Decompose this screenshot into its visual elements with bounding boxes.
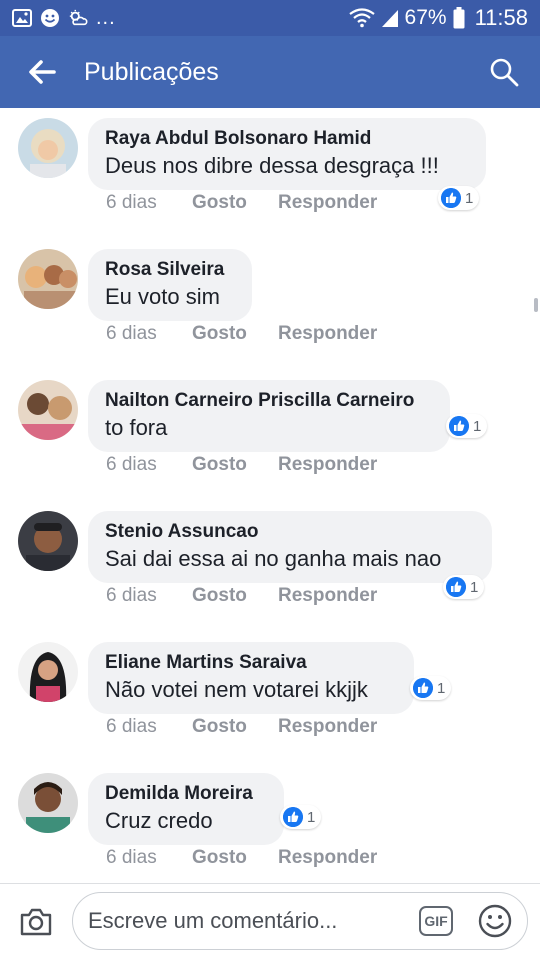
comment-author[interactable]: Stenio Assuncao: [105, 519, 474, 545]
reaction-badge[interactable]: 1: [410, 676, 452, 700]
like-icon: [283, 807, 303, 827]
comment-bubble[interactable]: Raya Abdul Bolsonaro Hamid Deus nos dibr…: [88, 118, 486, 190]
comment-input[interactable]: Escreve um comentário... GIF: [72, 892, 528, 950]
reaction-badge[interactable]: 1: [446, 414, 488, 438]
comment-item: Nailton Carneiro Priscilla Carneiro to f…: [0, 370, 540, 501]
comment-text: to fora: [105, 415, 168, 440]
status-bar-system: 67% 11:58: [348, 5, 528, 31]
app-bar: Publicações: [0, 36, 540, 108]
reply-button[interactable]: Responder: [278, 323, 377, 345]
comment-author[interactable]: Raya Abdul Bolsonaro Hamid: [105, 126, 468, 152]
comment-author[interactable]: Nailton Carneiro Priscilla Carneiro: [105, 388, 432, 414]
search-icon[interactable]: [488, 56, 520, 88]
comment-text: Eu voto sim: [105, 284, 220, 309]
reply-button[interactable]: Responder: [278, 585, 377, 607]
reaction-count: 1: [465, 189, 474, 207]
avatar[interactable]: [18, 118, 78, 178]
battery-icon: [453, 7, 465, 29]
arrow-left-icon[interactable]: [24, 54, 60, 90]
comment-time: 6 dias: [106, 847, 157, 868]
comment-author[interactable]: Rosa Silveira: [105, 257, 234, 283]
comment-bubble[interactable]: Rosa Silveira Eu voto sim: [88, 249, 252, 321]
weather-icon: [69, 9, 88, 26]
like-button[interactable]: Gosto: [192, 716, 247, 738]
reply-button[interactable]: Responder: [278, 454, 377, 476]
comment-time: 6 dias: [106, 323, 157, 344]
avatar[interactable]: [18, 773, 78, 833]
comment-bubble[interactable]: Stenio Assuncao Sai dai essa ai no ganha…: [88, 511, 492, 583]
gif-button[interactable]: GIF: [419, 906, 453, 936]
reaction-badge[interactable]: 1: [280, 805, 322, 829]
battery-percent: 67%: [404, 6, 447, 29]
comment-item: Raya Abdul Bolsonaro Hamid Deus nos dibr…: [0, 108, 540, 239]
comment-bubble[interactable]: Eliane Martins Saraiva Não votei nem vot…: [88, 642, 414, 714]
comment-time: 6 dias: [106, 585, 157, 606]
like-button[interactable]: Gosto: [192, 847, 247, 869]
comment-author[interactable]: Eliane Martins Saraiva: [105, 650, 396, 676]
reply-button[interactable]: Responder: [278, 192, 377, 214]
comment-input-placeholder: Escreve um comentário...: [88, 908, 338, 933]
like-icon: [446, 577, 466, 597]
comment-item: Demilda Moreira Cruz credo 1 6 dias Gost…: [0, 763, 540, 883]
like-icon: [441, 188, 461, 208]
reply-button[interactable]: Responder: [278, 847, 377, 869]
reaction-count: 1: [307, 808, 316, 826]
comment-text: Cruz credo: [105, 808, 213, 833]
page-title: Publicações: [84, 58, 219, 86]
comment-author[interactable]: Demilda Moreira: [105, 781, 266, 807]
scrollbar[interactable]: [534, 298, 538, 312]
avatar[interactable]: [18, 249, 78, 309]
comment-bubble[interactable]: Nailton Carneiro Priscilla Carneiro to f…: [88, 380, 450, 452]
like-icon: [413, 678, 433, 698]
comment-time: 6 dias: [106, 716, 157, 737]
reaction-badge[interactable]: 1: [443, 575, 485, 599]
reaction-count: 1: [470, 578, 479, 596]
reaction-count: 1: [473, 417, 482, 435]
like-button[interactable]: Gosto: [192, 323, 247, 345]
comment-text: Não votei nem votarei kkjjk: [105, 677, 368, 702]
reply-button[interactable]: Responder: [278, 716, 377, 738]
status-bar-notifications: ...: [12, 6, 116, 30]
reaction-badge[interactable]: 1: [438, 186, 480, 210]
like-button[interactable]: Gosto: [192, 454, 247, 476]
clock: 11:58: [474, 5, 528, 30]
camera-icon[interactable]: [18, 904, 54, 940]
status-overflow: ...: [96, 7, 116, 29]
emoji-notification-icon: [41, 9, 59, 27]
comment-composer: Escreve um comentário... GIF: [0, 883, 540, 961]
comment-text: Deus nos dibre dessa desgraça !!!: [105, 153, 439, 178]
reaction-count: 1: [437, 679, 446, 697]
comment-time: 6 dias: [106, 454, 157, 475]
comment-time: 6 dias: [106, 192, 157, 213]
comment-item: Rosa Silveira Eu voto sim 6 dias Gosto R…: [0, 239, 540, 370]
comment-list[interactable]: Raya Abdul Bolsonaro Hamid Deus nos dibr…: [0, 108, 540, 883]
avatar[interactable]: [18, 511, 78, 571]
avatar[interactable]: [18, 642, 78, 702]
comment-item: Eliane Martins Saraiva Não votei nem vot…: [0, 632, 540, 763]
avatar[interactable]: [18, 380, 78, 440]
signal-icon: [381, 10, 398, 27]
like-button[interactable]: Gosto: [192, 192, 247, 214]
emoji-icon[interactable]: [477, 903, 513, 939]
like-icon: [449, 416, 469, 436]
wifi-icon: [348, 8, 375, 28]
comment-bubble[interactable]: Demilda Moreira Cruz credo: [88, 773, 284, 845]
gallery-icon: [12, 9, 32, 27]
comment-item: Stenio Assuncao Sai dai essa ai no ganha…: [0, 501, 540, 632]
status-bar: ... 67% 11:58: [0, 0, 540, 36]
like-button[interactable]: Gosto: [192, 585, 247, 607]
comment-text: Sai dai essa ai no ganha mais nao: [105, 546, 442, 571]
